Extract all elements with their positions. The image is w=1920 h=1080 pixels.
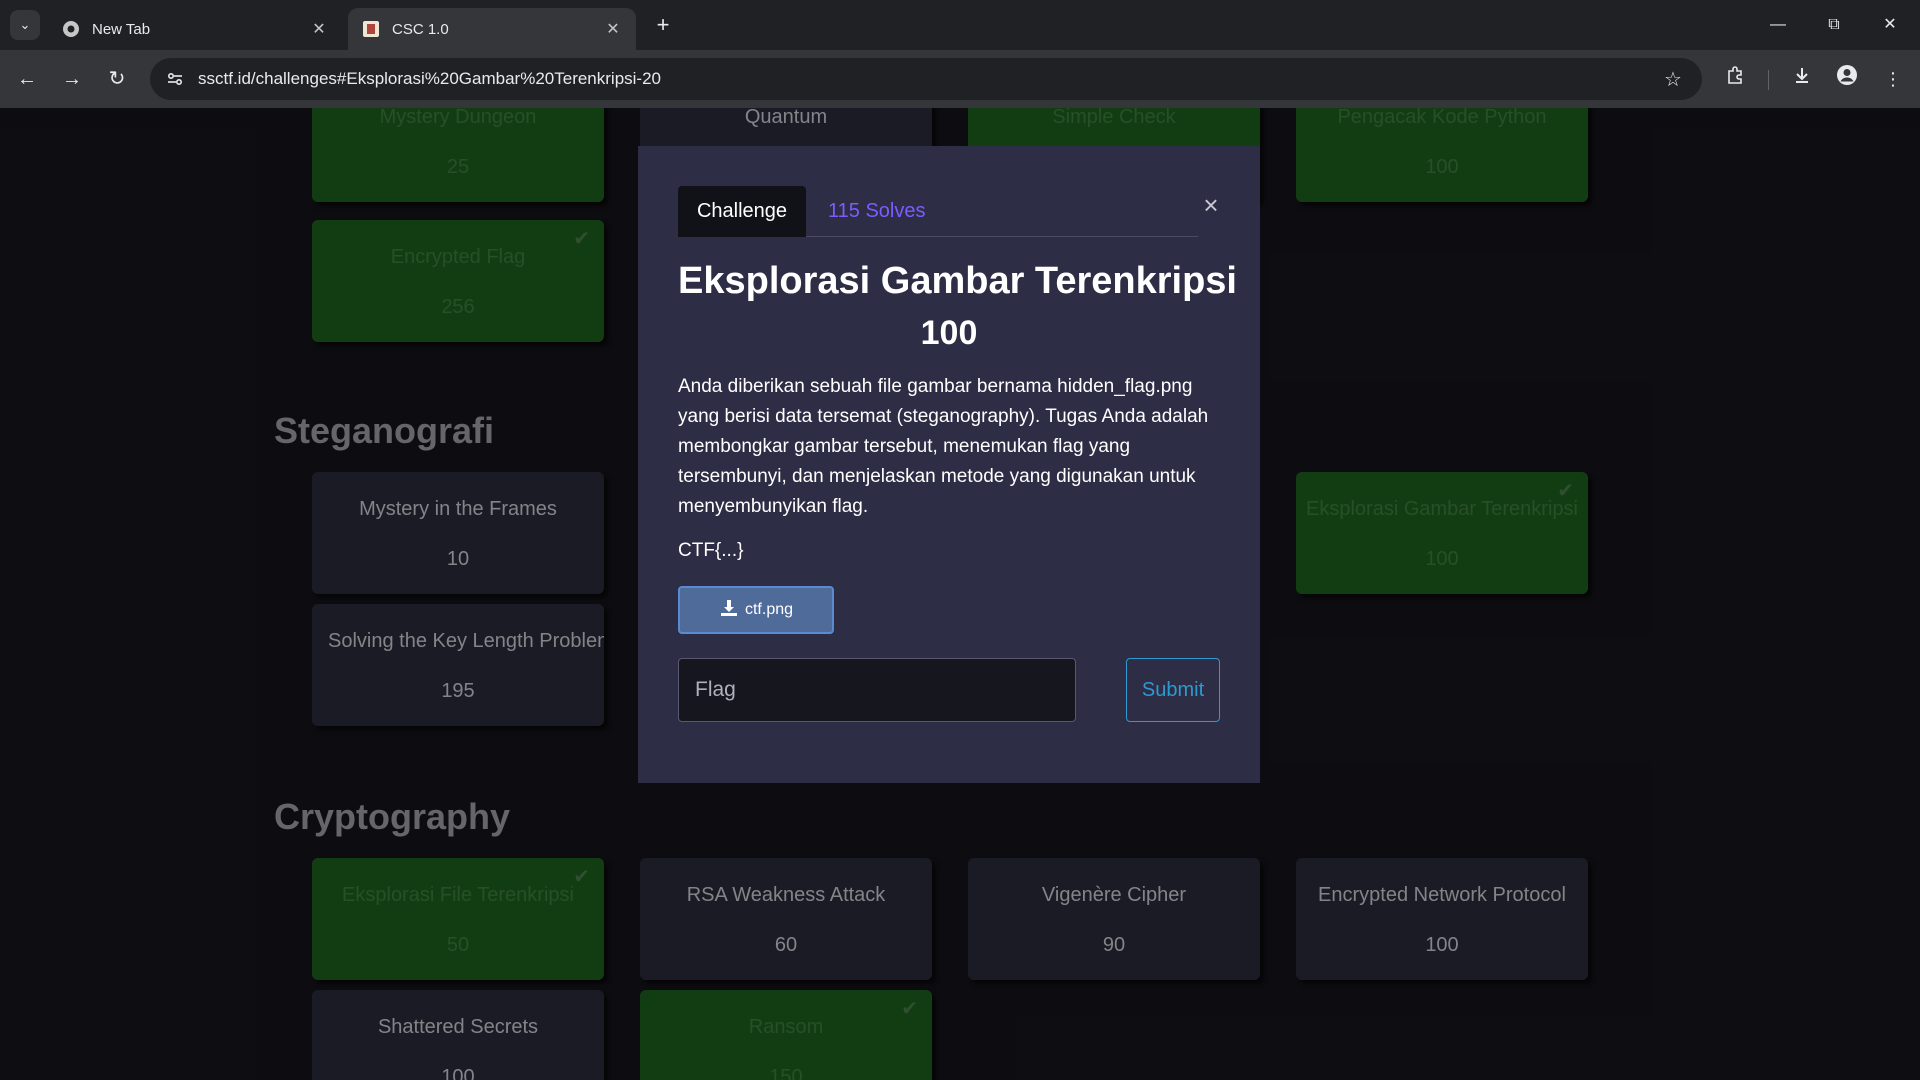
back-icon[interactable]: ← xyxy=(12,64,42,94)
tab-solves[interactable]: 115 Solves xyxy=(828,186,925,237)
close-icon[interactable]: ✕ xyxy=(310,19,328,39)
challenge-value: 100 xyxy=(920,314,978,352)
reload-icon[interactable]: ↻ xyxy=(102,64,132,94)
file-name: ctf.png xyxy=(744,601,794,618)
minimize-icon[interactable]: — xyxy=(1756,10,1800,40)
tab-challenge[interactable]: Challenge xyxy=(678,186,806,237)
browser-toolbar: ← → ↻ ssctf.id/challenges#Eksplorasi%20G… xyxy=(0,50,1920,108)
url-text: ssctf.id/challenges#Eksplorasi%20Gambar%… xyxy=(198,69,662,88)
forward-icon[interactable]: → xyxy=(57,64,87,94)
tab-title: CSC 1.0 xyxy=(392,20,449,38)
chevron-down-icon: ⌄ xyxy=(19,17,31,32)
window-close-icon[interactable]: ✕ xyxy=(1868,10,1912,40)
toolbar-divider xyxy=(1768,70,1769,90)
tab-title: New Tab xyxy=(92,20,151,38)
browser-tab-new-tab[interactable]: New Tab ✕ xyxy=(48,8,342,50)
download-file-button[interactable]: ctf.png xyxy=(678,586,834,634)
challenge-description: Anda diberikan sebuah file gambar bernam… xyxy=(678,376,1209,517)
extensions-icon[interactable] xyxy=(1720,64,1750,94)
tab-search-button[interactable]: ⌄ xyxy=(10,10,40,40)
address-bar[interactable]: ssctf.id/challenges#Eksplorasi%20Gambar%… xyxy=(150,58,1702,100)
close-icon[interactable]: × xyxy=(1198,192,1224,218)
challenges-page: Mystery Dungeon 25 Quantum Simple Check … xyxy=(0,108,1920,1080)
flag-format: CTF{...} xyxy=(678,540,744,561)
browser-tab-csc[interactable]: CSC 1.0 ✕ xyxy=(348,8,636,50)
challenge-title: Eksplorasi Gambar Terenkripsi xyxy=(678,260,1237,302)
flag-input[interactable] xyxy=(678,658,1076,722)
close-icon[interactable]: ✕ xyxy=(604,19,622,39)
site-favicon-icon xyxy=(362,20,380,38)
new-tab-button[interactable]: + xyxy=(650,12,676,38)
download-icon xyxy=(719,598,739,623)
submit-button[interactable]: Submit xyxy=(1126,658,1220,722)
site-settings-icon[interactable] xyxy=(164,68,186,90)
restore-icon[interactable]: ⧉ xyxy=(1812,10,1856,40)
challenge-modal: Challenge 115 Solves × Eksplorasi Gambar… xyxy=(638,146,1260,783)
browser-tab-strip: ⌄ New Tab ✕ CSC 1.0 ✕ + — ⧉ ✕ xyxy=(0,0,1920,50)
menu-kebab-icon[interactable]: ⋮ xyxy=(1878,64,1908,94)
download-icon[interactable] xyxy=(1787,64,1817,94)
chrome-icon xyxy=(62,20,80,38)
bookmark-star-icon[interactable]: ☆ xyxy=(1658,67,1688,92)
profile-icon[interactable] xyxy=(1832,64,1862,94)
